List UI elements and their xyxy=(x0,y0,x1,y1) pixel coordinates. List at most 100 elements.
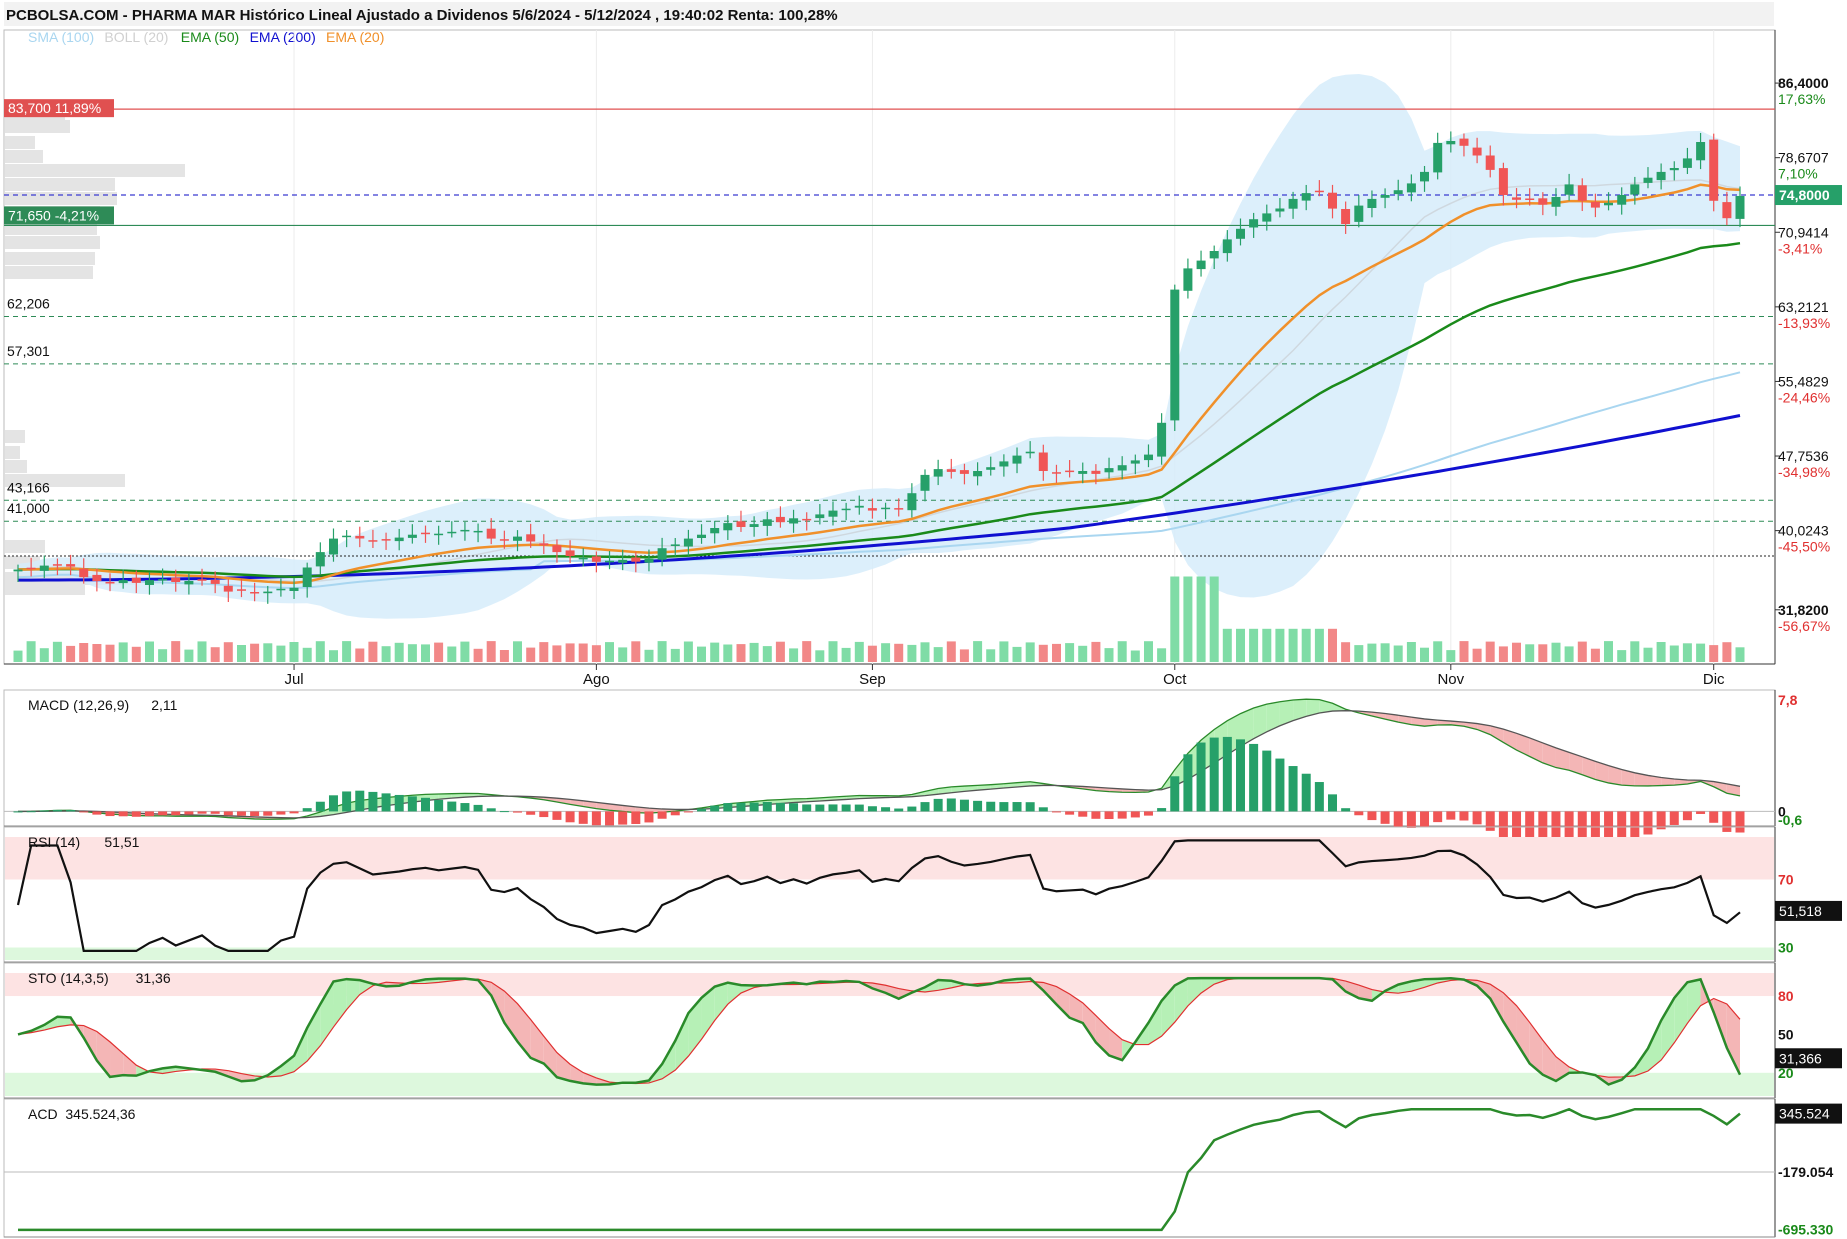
candle-body xyxy=(605,560,614,563)
macd-histogram-bar xyxy=(828,804,838,812)
macd-histogram-bar xyxy=(236,811,246,816)
volume-bar xyxy=(158,649,168,662)
price-tick-label: 70,9414 xyxy=(1778,224,1829,240)
macd-histogram-bar xyxy=(841,804,851,812)
volume-bar xyxy=(26,641,36,662)
price-tick-label: 63,2121 xyxy=(1778,299,1829,315)
volume-bar xyxy=(1498,646,1508,662)
macd-histogram-bar xyxy=(1249,743,1259,812)
candle-body xyxy=(1380,195,1390,198)
volume-bar xyxy=(1512,642,1521,662)
volume-bar xyxy=(1130,650,1140,662)
macd-histogram-bar xyxy=(881,807,891,812)
indicator-legend: SMA (100) BOLL (20) EMA (50) EMA (200) EMA (… xyxy=(28,29,384,45)
volume-bar xyxy=(1328,628,1337,663)
volume-bar xyxy=(355,648,365,662)
candle-body xyxy=(407,534,417,538)
macd-histogram-bar xyxy=(1472,811,1482,825)
candle-body xyxy=(250,592,260,594)
volume-bar xyxy=(552,645,562,662)
volume-bar xyxy=(736,644,746,662)
volume-bar xyxy=(933,647,943,662)
candle-body xyxy=(1564,184,1574,195)
candle-body xyxy=(959,470,969,474)
macd-histogram-bar xyxy=(867,806,877,812)
volume-bar xyxy=(657,641,667,662)
candle-body xyxy=(1117,465,1127,471)
macd-histogram-bar xyxy=(1301,773,1311,812)
volume-bar xyxy=(1459,641,1469,662)
volume-bar xyxy=(775,641,785,662)
candle-body xyxy=(1696,142,1706,161)
price-tick-label: 78,6707 xyxy=(1778,150,1829,166)
level-label: 41,000 xyxy=(7,500,50,516)
candle-body xyxy=(263,591,273,594)
candle-body xyxy=(867,508,877,511)
volume-bar xyxy=(1354,645,1364,662)
level-label: 62,206 xyxy=(7,296,50,312)
volume-bar xyxy=(999,641,1009,662)
volume-bar xyxy=(434,642,444,662)
volume-bar xyxy=(815,650,825,662)
month-label: Dic xyxy=(1703,671,1725,688)
panel-value: 31,36 xyxy=(136,970,171,986)
volume-bar xyxy=(499,650,509,662)
resistance-label: 83,700 11,89% xyxy=(8,100,101,116)
macd-histogram-bar xyxy=(276,811,286,815)
macd-histogram-bar xyxy=(1209,737,1219,812)
candle-body xyxy=(171,577,181,582)
panel-tick-label: 30 xyxy=(1778,940,1794,956)
candle-body xyxy=(1314,190,1324,193)
candle-body xyxy=(723,523,733,531)
candle-body xyxy=(1485,155,1495,170)
macd-histogram-bar xyxy=(66,810,76,812)
panel-title: ACD xyxy=(28,1106,58,1122)
volume-bar xyxy=(1643,647,1653,662)
candle-body xyxy=(986,467,996,470)
volume-bar xyxy=(959,649,969,662)
volume-bar xyxy=(171,641,181,662)
candle-body xyxy=(1301,193,1311,201)
macd-histogram-bar xyxy=(1433,811,1443,823)
macd-histogram-bar xyxy=(1722,811,1732,832)
candle-body xyxy=(1472,147,1482,156)
candle-body xyxy=(1157,422,1167,457)
volume-profile-bar xyxy=(5,136,35,149)
volume-bar xyxy=(907,644,917,662)
macd-histogram-bar xyxy=(1314,782,1324,812)
volume-bar xyxy=(1656,642,1666,662)
candle-body xyxy=(1551,197,1561,207)
volume-bar xyxy=(302,647,312,662)
volume-bar xyxy=(263,643,273,662)
macd-histogram-bar xyxy=(368,791,378,812)
candle-body xyxy=(697,534,706,538)
volume-bar xyxy=(1367,643,1377,662)
volume-bar xyxy=(526,647,536,662)
macd-histogram-bar xyxy=(460,803,470,812)
candle-body xyxy=(184,581,194,585)
candle-body xyxy=(828,510,838,517)
volume-bar xyxy=(276,645,286,662)
volume-bar xyxy=(1722,642,1732,662)
volume-bar xyxy=(1222,628,1232,663)
volume-bar xyxy=(618,647,628,662)
volume-bar xyxy=(1472,648,1482,662)
volume-bar xyxy=(1236,628,1245,663)
volume-bar xyxy=(1209,576,1219,662)
candle-body xyxy=(486,528,496,539)
volume-bar xyxy=(1525,644,1535,662)
month-label: Sep xyxy=(859,671,886,688)
panel-tick-label: -0,6 xyxy=(1778,812,1802,828)
macd-histogram-bar xyxy=(802,804,812,812)
candle-body xyxy=(1367,198,1377,208)
candle-body xyxy=(473,530,483,533)
candle-body xyxy=(1498,168,1508,195)
candle-body xyxy=(447,531,457,534)
macd-histogram-bar xyxy=(158,811,168,816)
candle-body xyxy=(394,537,404,542)
price-pct-label: -45,50% xyxy=(1778,539,1830,555)
macd-histogram-bar xyxy=(1262,750,1272,812)
volume-bar xyxy=(1170,576,1180,662)
candle-body xyxy=(1091,470,1101,474)
volume-bar xyxy=(407,644,417,662)
